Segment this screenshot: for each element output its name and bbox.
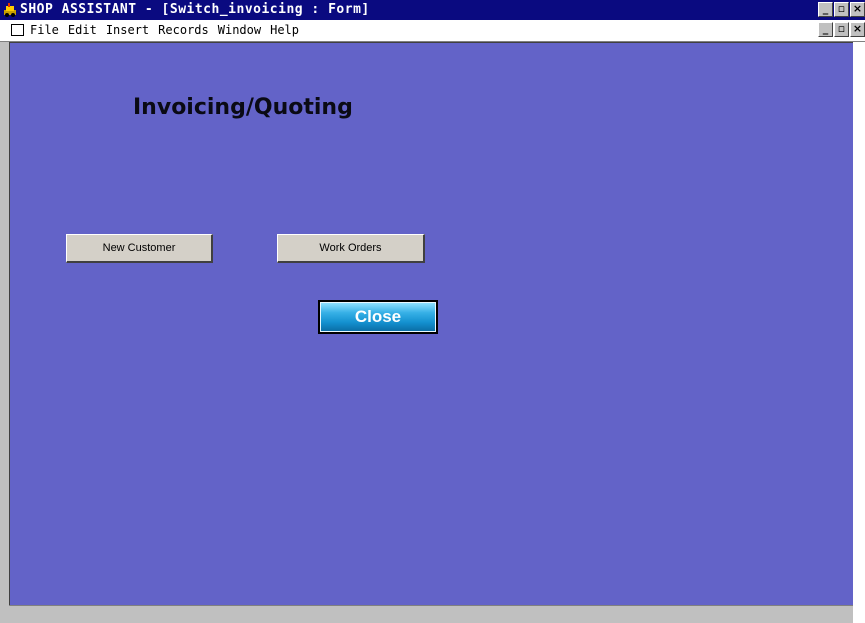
new-customer-button[interactable]: New Customer — [66, 234, 213, 263]
close-icon[interactable]: × — [850, 2, 865, 17]
menu-records[interactable]: Records — [158, 23, 209, 37]
window-edge — [853, 42, 865, 623]
menu-bar: File Edit Insert Records Window Help _ ▫… — [0, 20, 865, 42]
menu-items: File Edit Insert Records Window Help — [30, 23, 308, 37]
title-bar[interactable]: SHOP ASSISTANT - [Switch_invoicing : For… — [0, 0, 865, 20]
menu-file[interactable]: File — [30, 23, 59, 37]
menu-help[interactable]: Help — [270, 23, 299, 37]
restore-icon[interactable]: ▫ — [834, 2, 849, 17]
form-title: Invoicing/Quoting — [133, 95, 353, 120]
close-button[interactable]: Close — [318, 300, 438, 334]
close-button-label: Close — [320, 302, 436, 332]
document-window-controls: _ ▫ × — [817, 22, 865, 37]
status-bar — [9, 605, 853, 623]
work-orders-button[interactable]: Work Orders — [277, 234, 425, 263]
application-window: SHOP ASSISTANT - [Switch_invoicing : For… — [0, 0, 865, 623]
doc-minimize-icon[interactable]: _ — [818, 22, 833, 37]
menu-insert[interactable]: Insert — [106, 23, 149, 37]
menu-edit[interactable]: Edit — [68, 23, 97, 37]
app-icon — [4, 3, 16, 17]
minimize-icon[interactable]: _ — [818, 2, 833, 17]
window-title: SHOP ASSISTANT - [Switch_invoicing : For… — [20, 2, 370, 17]
menu-window[interactable]: Window — [218, 23, 261, 37]
doc-restore-icon[interactable]: ▫ — [834, 22, 849, 37]
doc-close-icon[interactable]: × — [850, 22, 865, 37]
window-controls: _ ▫ × — [817, 2, 865, 18]
form-area: Invoicing/Quoting New Customer Work Orde… — [9, 42, 853, 605]
form-document-icon[interactable] — [11, 24, 24, 36]
